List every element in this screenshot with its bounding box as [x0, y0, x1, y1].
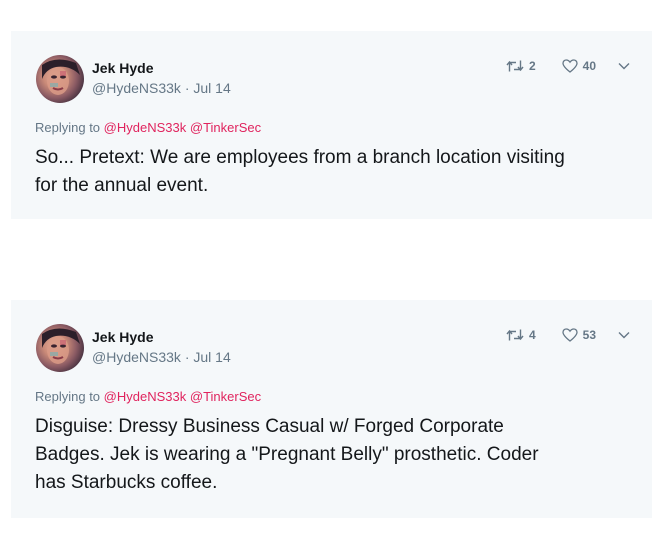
tweet-text-line: for the annual event.: [35, 175, 209, 196]
tweet-card[interactable]: Jek Hyde @HydeNS33k · Jul 14 4 53 Replyi…: [11, 300, 652, 518]
author-handle[interactable]: @HydeNS33k: [92, 80, 181, 96]
tweet-text-line: So... Pretext: We are employees from a b…: [35, 147, 565, 168]
replying-to-label: Replying to: [35, 389, 101, 404]
like-button[interactable]: 53: [561, 328, 596, 342]
replying-to: Replying to @HydeNS33k @TinkerSec: [35, 120, 261, 135]
tweet-actions: 4 53: [506, 326, 630, 344]
avatar-image: [42, 328, 80, 364]
tweet-actions: 2 40: [506, 57, 630, 75]
meta-separator: ·: [184, 80, 190, 96]
tweet-card[interactable]: Jek Hyde @HydeNS33k · Jul 14 2 40 Replyi…: [11, 31, 652, 219]
retweet-count: 2: [528, 59, 536, 73]
tweet-date[interactable]: Jul 14: [193, 349, 230, 365]
avatar-image: [42, 59, 80, 95]
author-handle[interactable]: @HydeNS33k: [92, 349, 181, 365]
author-meta: @HydeNS33k · Jul 14: [92, 80, 231, 96]
mention-link[interactable]: @HydeNS33k: [104, 120, 187, 135]
author-name[interactable]: Jek Hyde: [92, 60, 153, 76]
more-menu-button[interactable]: [618, 331, 630, 339]
retweet-icon: [506, 329, 524, 341]
tweet-text: Disguise: Dressy Business Casual w/ Forg…: [35, 413, 635, 497]
tweet-date[interactable]: Jul 14: [193, 80, 230, 96]
tweet-text-line: has Starbucks coffee.: [35, 472, 218, 493]
replying-to: Replying to @HydeNS33k @TinkerSec: [35, 389, 261, 404]
author-name[interactable]: Jek Hyde: [92, 329, 153, 345]
mention-link[interactable]: @HydeNS33k: [104, 389, 187, 404]
heart-icon: [561, 328, 578, 342]
mention-link[interactable]: @TinkerSec: [190, 389, 261, 404]
tweet-text-line: Disguise: Dressy Business Casual w/ Forg…: [35, 416, 504, 437]
author-meta: @HydeNS33k · Jul 14: [92, 349, 231, 365]
retweet-count: 4: [528, 328, 536, 342]
heart-icon: [561, 59, 578, 73]
tweet-text: So... Pretext: We are employees from a b…: [35, 144, 635, 200]
mention-link[interactable]: @TinkerSec: [190, 120, 261, 135]
meta-separator: ·: [184, 349, 190, 365]
like-count: 53: [582, 328, 596, 342]
retweet-button[interactable]: 2: [506, 59, 536, 73]
like-count: 40: [582, 59, 596, 73]
retweet-icon: [506, 60, 524, 72]
chevron-down-icon: [618, 332, 630, 339]
replying-to-label: Replying to: [35, 120, 101, 135]
retweet-button[interactable]: 4: [506, 328, 536, 342]
avatar[interactable]: [36, 324, 84, 372]
more-menu-button[interactable]: [618, 62, 630, 70]
chevron-down-icon: [618, 63, 630, 70]
like-button[interactable]: 40: [561, 59, 596, 73]
avatar[interactable]: [36, 55, 84, 103]
tweet-text-line: Badges. Jek is wearing a "Pregnant Belly…: [35, 444, 539, 465]
